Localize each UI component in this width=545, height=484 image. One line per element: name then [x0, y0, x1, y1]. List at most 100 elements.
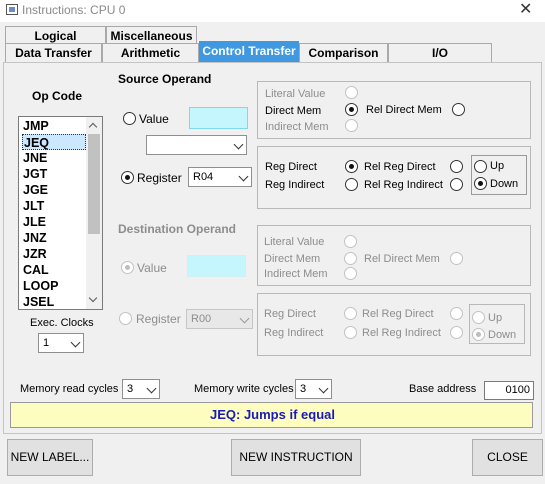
- scroll-thumb[interactable]: [88, 134, 100, 234]
- opcode-item-jgt[interactable]: JGT: [22, 166, 86, 182]
- destination-rel-reg-indirect-label: Rel Reg Indirect: [362, 327, 441, 339]
- opcode-item-jnz[interactable]: JNZ: [22, 230, 86, 246]
- source-literal-label: Literal Value: [265, 88, 326, 100]
- destination-direct-mem-label: Direct Mem: [264, 253, 321, 265]
- chevron-down-icon: [70, 337, 81, 348]
- destination-down-label: Down: [488, 329, 517, 341]
- opcode-item-jsel[interactable]: JSEL: [22, 294, 86, 310]
- source-down-label: Down: [490, 178, 519, 190]
- destination-reg-indirect-label: Reg Indirect: [264, 327, 324, 339]
- destination-operand-heading: Destination Operand: [118, 222, 237, 236]
- memory-read-cycles-label: Memory read cycles: [20, 383, 119, 395]
- chevron-down-icon: [239, 313, 250, 324]
- tab-comparison[interactable]: Comparison: [299, 43, 388, 62]
- opcode-item-jge[interactable]: JGE: [22, 182, 86, 198]
- source-register-label: Register: [137, 171, 182, 185]
- new-label-button[interactable]: NEW LABEL...: [7, 439, 93, 476]
- memory-write-cycles-select[interactable]: 3: [295, 379, 332, 399]
- destination-register-label: Register: [136, 312, 181, 326]
- close-button[interactable]: CLOSE: [472, 439, 543, 476]
- window-title: Instructions: CPU 0: [22, 3, 126, 17]
- destination-rel-reg-direct-label: Rel Reg Direct: [362, 308, 434, 320]
- chevron-down-icon: [146, 383, 157, 394]
- destination-reg-direct-radio[interactable]: [344, 307, 357, 320]
- destination-up-label: Up: [488, 312, 503, 324]
- source-down-radio[interactable]: [474, 177, 487, 190]
- opcode-item-jzr[interactable]: JZR: [22, 246, 86, 262]
- exec-clocks-value: 1: [43, 337, 50, 349]
- destination-rel-reg-indirect-radio[interactable]: [450, 326, 463, 339]
- destination-register-radio[interactable]: [119, 312, 132, 325]
- destination-reg-indirect-radio[interactable]: [344, 326, 357, 339]
- source-indirect-mem-label: Indirect Mem: [265, 121, 329, 133]
- window-icon: [6, 4, 18, 15]
- source-literal-radio[interactable]: [345, 86, 358, 99]
- destination-literal-label: Literal Value: [264, 236, 325, 248]
- destination-register-value: R00: [191, 313, 212, 325]
- destination-down-radio[interactable]: [472, 328, 485, 341]
- tab-data-transfer[interactable]: Data Transfer: [5, 43, 102, 62]
- destination-rel-direct-mem-radio[interactable]: [450, 252, 463, 265]
- destination-indirect-mem-label: Indirect Mem: [264, 268, 328, 280]
- title-bar: Instructions: CPU 0 ✕: [0, 0, 545, 22]
- source-reg-indirect-label: Reg Indirect: [265, 179, 325, 191]
- destination-up-radio[interactable]: [472, 311, 485, 324]
- opcode-item-cal[interactable]: CAL: [22, 262, 86, 278]
- memory-write-cycles-value: 3: [300, 383, 307, 395]
- source-reg-direct-radio[interactable]: [345, 160, 358, 173]
- source-register-value: R04: [193, 171, 214, 183]
- scroll-up-icon[interactable]: [88, 122, 98, 132]
- opcode-item-jeq[interactable]: JEQ: [22, 134, 86, 150]
- source-reg-indirect-radio[interactable]: [345, 178, 358, 191]
- destination-register-select[interactable]: R00: [186, 309, 253, 329]
- opcode-item-loop[interactable]: LOOP: [22, 278, 86, 294]
- source-value-label: Value: [139, 112, 169, 126]
- opcode-heading: Op Code: [32, 89, 82, 103]
- destination-literal-radio[interactable]: [344, 235, 357, 248]
- source-operand-heading: Source Operand: [118, 72, 212, 86]
- opcode-item-jlt[interactable]: JLT: [22, 198, 86, 214]
- close-icon[interactable]: ✕: [519, 0, 532, 20]
- source-up-label: Up: [490, 160, 505, 172]
- instruction-description: JEQ: Jumps if equal: [210, 407, 335, 422]
- source-register-radio[interactable]: [121, 171, 134, 184]
- source-rel-direct-mem-radio[interactable]: [452, 103, 465, 116]
- source-rel-reg-direct-label: Rel Reg Direct: [364, 161, 436, 173]
- destination-value-label: Value: [137, 261, 167, 275]
- source-indirect-mem-radio[interactable]: [345, 119, 358, 132]
- source-value-input[interactable]: [189, 107, 248, 129]
- memory-write-cycles-label: Memory write cycles: [194, 383, 294, 395]
- base-address-label: Base address: [409, 383, 477, 395]
- instruction-description-bar: JEQ: Jumps if equal: [10, 402, 533, 428]
- opcode-item-jle[interactable]: JLE: [22, 214, 86, 230]
- source-direct-mem-radio[interactable]: [345, 103, 358, 116]
- destination-value-radio[interactable]: [121, 261, 134, 274]
- destination-rel-reg-direct-radio[interactable]: [450, 307, 463, 320]
- tab-io[interactable]: I/O: [388, 43, 492, 62]
- chevron-down-icon: [233, 139, 244, 150]
- memory-read-cycles-select[interactable]: 3: [122, 379, 160, 399]
- source-up-radio[interactable]: [474, 160, 487, 173]
- source-reg-direct-label: Reg Direct: [265, 161, 317, 173]
- source-value-select[interactable]: [146, 135, 247, 155]
- source-rel-reg-indirect-radio[interactable]: [450, 178, 463, 191]
- destination-indirect-mem-radio[interactable]: [344, 267, 357, 280]
- source-register-select[interactable]: R04: [188, 167, 252, 187]
- source-rel-reg-indirect-label: Rel Reg Indirect: [364, 179, 443, 191]
- source-rel-reg-direct-radio[interactable]: [450, 160, 463, 173]
- destination-value-input[interactable]: [187, 255, 246, 277]
- source-value-radio[interactable]: [123, 112, 136, 125]
- base-address-input[interactable]: 0100: [484, 381, 534, 400]
- exec-clocks-select[interactable]: 1: [38, 333, 84, 353]
- new-instruction-button[interactable]: NEW INSTRUCTION: [231, 439, 361, 476]
- tab-arithmetic[interactable]: Arithmetic: [102, 43, 199, 62]
- chevron-down-icon: [238, 171, 249, 182]
- destination-rel-direct-mem-label: Rel Direct Mem: [364, 253, 440, 265]
- chevron-down-icon: [318, 383, 329, 394]
- destination-reg-direct-label: Reg Direct: [264, 308, 316, 320]
- scroll-down-icon[interactable]: [88, 293, 98, 303]
- tab-control-transfer[interactable]: Control Transfer: [199, 41, 299, 62]
- opcode-item-jne[interactable]: JNE: [22, 150, 86, 166]
- destination-direct-mem-radio[interactable]: [344, 252, 357, 265]
- opcode-item-jmp[interactable]: JMP: [22, 118, 86, 134]
